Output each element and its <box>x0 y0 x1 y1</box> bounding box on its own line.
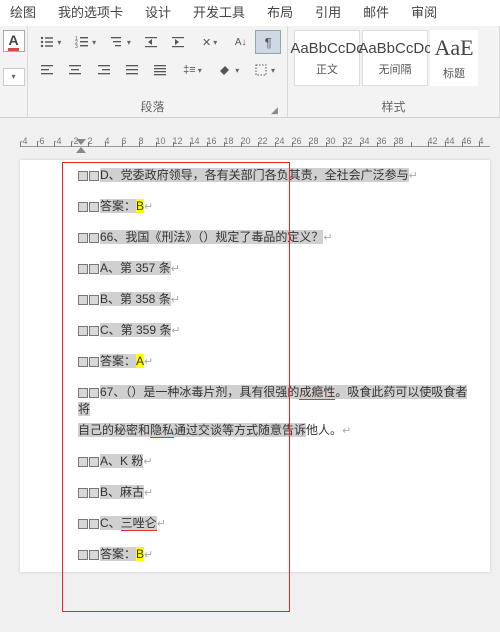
paragraph-group: 123 ✕ A↓ ¶ ‡≡ 段落◢ <box>28 26 288 117</box>
tab-references[interactable]: 引用 <box>313 0 343 25</box>
tab-draw[interactable]: 绘图 <box>8 0 38 25</box>
style-heading[interactable]: AaE标题 <box>430 30 478 86</box>
tab-devtools[interactable]: 开发工具 <box>191 0 247 25</box>
align-left-button[interactable] <box>34 58 60 82</box>
style-normal[interactable]: AaBbCcDc正文 <box>294 30 360 86</box>
doc-line[interactable]: C、第 359 条↵ <box>78 321 470 338</box>
doc-line[interactable]: D、党委政府领导，各有关部门各负其责，全社会广泛参与↵ <box>78 166 470 183</box>
line-spacing-button[interactable]: ‡≡ <box>176 58 210 82</box>
shading-button[interactable] <box>211 58 245 82</box>
doc-line[interactable]: 67、（）是一种冰毒片剂，具有很强的成瘾性。吸食此药可以使吸食者将 <box>78 383 470 417</box>
tab-mail[interactable]: 邮件 <box>361 0 391 25</box>
font-color-button[interactable]: A <box>3 30 25 52</box>
hanging-indent[interactable] <box>76 147 86 153</box>
decrease-indent-button[interactable] <box>138 30 164 54</box>
doc-line[interactable]: C、三唑仑↵ <box>78 514 470 531</box>
workspace: D、党委政府领导，各有关部门各负其责，全社会广泛参与↵ 答案：B↵ 66、我国《… <box>0 160 500 632</box>
paragraph-group-label: 段落 <box>34 96 271 115</box>
tab-layout[interactable]: 布局 <box>265 0 295 25</box>
doc-line[interactable]: 自己的秘密和隐私通过交谈等方式随意告诉他人。↵ <box>78 421 470 438</box>
tab-review[interactable]: 审阅 <box>409 0 439 25</box>
horizontal-ruler[interactable]: -4-6-4-224681012141618202224262830323436… <box>20 136 490 156</box>
paragraph-dialog-launcher[interactable]: ◢ <box>271 105 281 115</box>
multilevel-button[interactable] <box>103 30 136 54</box>
doc-line[interactable]: 66、我国《刑法》（）规定了毒品的定义？↵ <box>78 228 470 245</box>
styles-group: AaBbCcDc正文 AaBbCcDc无间隔 AaE标题 样式 <box>288 26 500 117</box>
borders-button[interactable] <box>247 58 281 82</box>
svg-text:3: 3 <box>75 44 78 50</box>
align-justify-button[interactable] <box>119 58 145 82</box>
ribbon-tabs: 绘图 我的选项卡 设计 开发工具 布局 引用 邮件 审阅 <box>0 0 500 26</box>
styles-group-label: 样式 <box>294 96 493 115</box>
ribbon: A ▾ 123 ✕ A↓ ¶ ‡≡ <box>0 26 500 118</box>
doc-line[interactable]: A、第 357 条↵ <box>78 259 470 276</box>
font-dropdown[interactable]: ▾ <box>3 68 25 86</box>
increase-indent-button[interactable] <box>166 30 192 54</box>
doc-line-answer[interactable]: 答案：B↵ <box>78 197 470 214</box>
tab-design[interactable]: 设计 <box>143 0 173 25</box>
align-distribute-button[interactable] <box>147 58 173 82</box>
doc-line-answer[interactable]: 答案：A↵ <box>78 352 470 369</box>
show-marks-button[interactable]: ¶ <box>255 30 281 54</box>
bullets-button[interactable] <box>34 30 67 54</box>
doc-line[interactable]: A、K 粉↵ <box>78 452 470 469</box>
doc-line[interactable]: B、麻古↵ <box>78 483 470 500</box>
first-line-indent[interactable] <box>76 139 86 145</box>
doc-line-answer[interactable]: 答案：B↵ <box>78 545 470 562</box>
sort-button[interactable]: A↓ <box>228 30 254 54</box>
asian-layout-button[interactable]: ✕ <box>193 30 226 54</box>
ruler-area: -4-6-4-224681012141618202224262830323436… <box>0 118 500 160</box>
numbering-button[interactable]: 123 <box>69 30 102 54</box>
tab-mytab[interactable]: 我的选项卡 <box>56 0 125 25</box>
style-nospacing[interactable]: AaBbCcDc无间隔 <box>362 30 428 86</box>
document-page[interactable]: D、党委政府领导，各有关部门各负其责，全社会广泛参与↵ 答案：B↵ 66、我国《… <box>20 160 490 572</box>
align-center-button[interactable] <box>62 58 88 82</box>
align-right-button[interactable] <box>91 58 117 82</box>
doc-line[interactable]: B、第 358 条↵ <box>78 290 470 307</box>
font-group: A ▾ <box>0 26 28 117</box>
